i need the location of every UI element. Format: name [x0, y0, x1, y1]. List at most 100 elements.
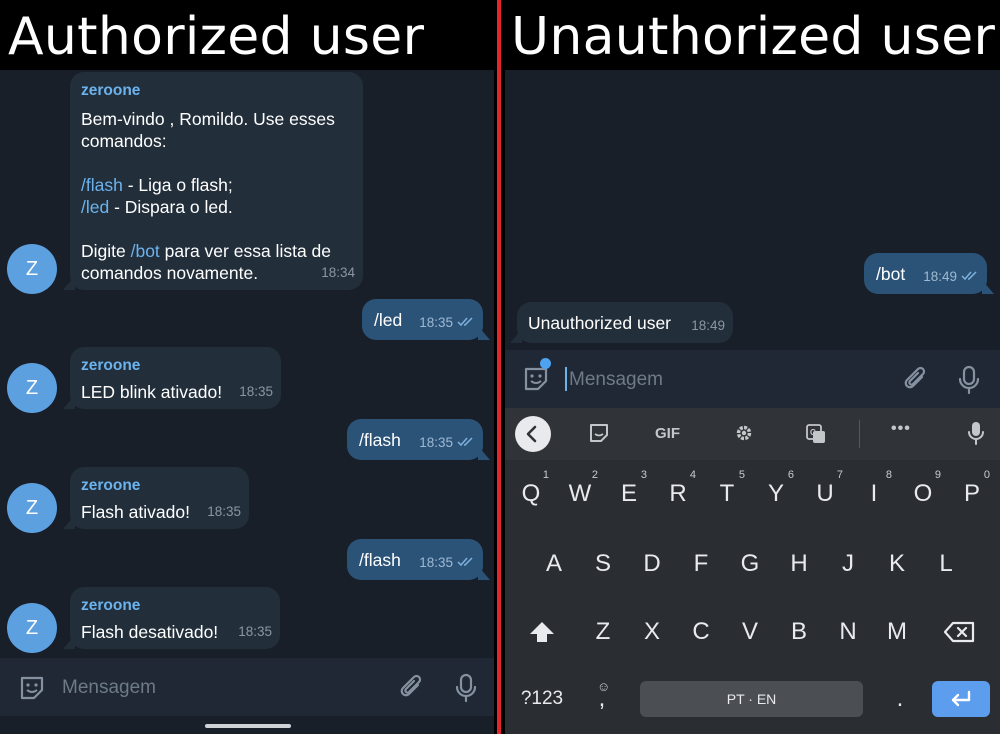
symbols-key[interactable]: ?123: [513, 672, 571, 726]
key-u[interactable]: 7U: [803, 467, 847, 521]
incoming-message-led-blink[interactable]: zeroone LED blink ativado! 18:35: [63, 347, 281, 409]
message-time: 18:35: [419, 315, 453, 330]
key-j[interactable]: J: [826, 537, 870, 591]
key-p[interactable]: 0P: [950, 467, 994, 521]
key-r[interactable]: 4R: [656, 467, 700, 521]
flash-command-link[interactable]: /flash: [81, 175, 123, 195]
message-input[interactable]: Mensagem: [62, 677, 156, 699]
key-b[interactable]: B: [777, 605, 821, 659]
sticker-icon[interactable]: [589, 423, 609, 443]
message-time: 18:34: [321, 265, 355, 280]
text-cursor: [565, 367, 567, 391]
key-s[interactable]: S: [581, 537, 625, 591]
key-w[interactable]: 2W: [558, 467, 602, 521]
read-receipt-icon: [961, 271, 977, 281]
key-v[interactable]: V: [728, 605, 772, 659]
led-command-desc: - Dispara o led.: [109, 197, 233, 217]
key-m[interactable]: M: [875, 605, 919, 659]
footer-text-pre: Digite: [81, 241, 131, 261]
flash-command-desc: - Liga o flash;: [122, 175, 233, 195]
key-h[interactable]: H: [777, 537, 821, 591]
unauthorized-caption: Unauthorized user: [505, 0, 1000, 70]
shift-key[interactable]: [520, 605, 564, 659]
message-time: 18:35: [238, 624, 272, 639]
emoji-icon: ☺: [597, 679, 611, 694]
gif-icon[interactable]: GIF: [655, 425, 680, 442]
key-y[interactable]: 6Y: [754, 467, 798, 521]
key-d[interactable]: D: [630, 537, 674, 591]
enter-key[interactable]: [932, 681, 990, 717]
key-n[interactable]: N: [826, 605, 870, 659]
sticker-icon[interactable]: [522, 365, 550, 393]
sender-name: zeroone: [81, 357, 141, 374]
key-q[interactable]: 1Q: [509, 467, 553, 521]
key-z[interactable]: Z: [581, 605, 625, 659]
message-composer: Mensagem: [0, 658, 494, 716]
attach-icon[interactable]: [398, 673, 426, 703]
key-f[interactable]: F: [679, 537, 723, 591]
key-g[interactable]: G: [728, 537, 772, 591]
more-icon[interactable]: •••: [891, 420, 911, 438]
key-c[interactable]: C: [679, 605, 723, 659]
led-command-link[interactable]: /led: [81, 197, 109, 217]
back-icon[interactable]: [515, 416, 551, 452]
welcome-message[interactable]: zeroone Bem-vindo , Romildo. Use esses c…: [63, 72, 363, 290]
key-k[interactable]: K: [875, 537, 919, 591]
mic-icon[interactable]: [455, 673, 477, 703]
settings-icon[interactable]: [734, 423, 754, 443]
toolbar-separator: [859, 420, 860, 448]
notification-dot: [540, 358, 551, 369]
outgoing-message-led[interactable]: /led 18:35: [362, 299, 490, 340]
key-i[interactable]: 8I: [852, 467, 896, 521]
message-time: 18:35: [207, 504, 241, 519]
key-x[interactable]: X: [630, 605, 674, 659]
attach-icon[interactable]: [902, 365, 930, 395]
bot-avatar[interactable]: Z: [7, 483, 57, 533]
authorized-chat-panel: Authorized user Z zeroone Bem-vindo , Ro…: [0, 0, 494, 734]
outgoing-message-flash[interactable]: /flash 18:35: [347, 419, 490, 460]
welcome-text: Bem-vindo , Romildo. Use esses comandos:: [81, 109, 335, 151]
message-text: LED blink ativado!: [81, 382, 223, 402]
key-t[interactable]: 5T: [705, 467, 749, 521]
bot-avatar[interactable]: Z: [7, 363, 57, 413]
backspace-key[interactable]: [938, 605, 982, 659]
space-key[interactable]: PT · EN: [640, 681, 863, 717]
period-key[interactable]: .: [878, 672, 922, 726]
mic-icon[interactable]: [968, 421, 984, 445]
message-time: 18:35: [239, 384, 273, 399]
authorized-caption: Authorized user: [0, 0, 494, 70]
message-text: Flash ativado!: [81, 502, 190, 522]
message-text: /led: [374, 310, 403, 330]
on-screen-keyboard: GIF G ••• 1Q 2W 3E 4R 5T 6Y 7U 8I 9O 0P …: [505, 408, 1000, 734]
comma-key[interactable]: ☺ ,: [580, 672, 624, 726]
message-text: Unauthorized user: [528, 313, 671, 333]
message-input[interactable]: Mensagem: [569, 369, 663, 391]
bot-avatar[interactable]: Z: [7, 244, 57, 294]
outgoing-message-bot[interactable]: /bot 18:49: [864, 253, 994, 294]
mic-icon[interactable]: [958, 365, 980, 395]
outgoing-message-flash[interactable]: /flash 18:35: [347, 539, 490, 580]
message-time: 18:35: [419, 555, 453, 570]
home-indicator[interactable]: [205, 724, 291, 728]
read-receipt-icon: [457, 317, 473, 327]
key-l[interactable]: L: [924, 537, 968, 591]
panel-divider: [494, 0, 505, 734]
translate-icon[interactable]: G: [805, 423, 827, 445]
key-e[interactable]: 3E: [607, 467, 651, 521]
message-time: 18:35: [419, 435, 453, 450]
read-receipt-icon: [457, 437, 473, 447]
keyboard-toolbar: GIF G •••: [505, 408, 1000, 460]
message-text: /bot: [876, 264, 906, 284]
sender-name: zeroone: [81, 597, 141, 614]
incoming-message-flash-on[interactable]: zeroone Flash ativado! 18:35: [63, 467, 249, 529]
incoming-message-unauthorized[interactable]: Unauthorized user 18:49: [510, 302, 733, 343]
message-text: Flash desativado!: [81, 622, 219, 642]
sticker-icon[interactable]: [18, 674, 46, 702]
key-a[interactable]: A: [532, 537, 576, 591]
message-time: 18:49: [691, 318, 725, 333]
bot-avatar[interactable]: Z: [7, 603, 57, 653]
read-receipt-icon: [457, 557, 473, 567]
incoming-message-flash-off[interactable]: zeroone Flash desativado! 18:35: [63, 587, 280, 649]
key-o[interactable]: 9O: [901, 467, 945, 521]
bot-command-link[interactable]: /bot: [131, 241, 160, 261]
